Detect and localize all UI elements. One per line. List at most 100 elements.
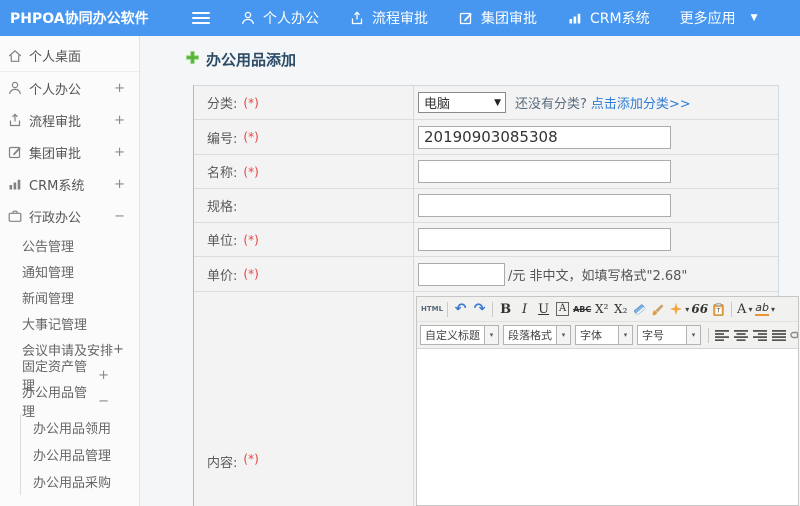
eraser-icon[interactable] [630,299,649,319]
sidebar-item-label: 个人桌面 [29,50,82,65]
edit-icon [7,144,23,160]
hamburger-menu-icon[interactable] [192,12,210,24]
collapse-toggle[interactable]: − [114,209,125,224]
sidebar-subitem-announcement[interactable]: 公告管理 [0,232,139,258]
subitem-label: 办公用品管理 [33,449,112,464]
sidebar-item-label: 流程审批 [29,114,82,130]
editor-toolbar-row2: 自定义标题 ▾ 段落格式 ▾ 字体 ▾ 字号 ▾ [417,322,798,349]
sidebar-item-label: 行政办公 [29,210,82,226]
align-left-icon[interactable] [712,325,731,345]
align-justify-icon[interactable] [769,325,788,345]
subscript-icon[interactable]: X₂ [611,299,630,319]
spec-input[interactable] [418,194,671,217]
expand-toggle[interactable]: + [98,368,109,383]
sidebar: 个人桌面 个人办公 + 流程审批 + 集团审批 + CRM系统 + 行政办公 − [0,36,140,506]
form-row-spec: 规格: [194,189,778,223]
sidebar-subitem-milestones[interactable]: 大事记管理 [0,310,139,336]
nav-crm-system[interactable]: CRM系统 [567,8,650,28]
spec-label: 规格: [194,189,414,222]
category-label: 分类: (*) [194,86,414,119]
font-family-select[interactable]: 字体 ▾ [575,325,633,345]
sidebar-subitem-supplies-manage[interactable]: 办公用品管理 [21,441,139,468]
nav-group-approval[interactable]: 集团审批 [458,8,537,28]
page-title-text: 办公用品添加 [206,51,297,69]
sidebar-item-desktop[interactable]: 个人桌面 [0,40,139,72]
redo-icon[interactable]: ↷ [470,299,489,319]
insert-link-icon[interactable] [788,325,798,345]
editor-content-area[interactable] [417,349,798,505]
nav-label: 个人办公 [263,11,319,27]
share-icon [349,10,365,26]
add-category-link[interactable]: 点击添加分类>> [591,93,691,112]
nav-label: 更多应用 [679,11,736,27]
font-color-icon[interactable]: A ▾ [735,299,754,319]
font-box-icon[interactable]: A [555,302,570,316]
caret-down-icon: ▾ [618,326,632,344]
nav-personal-office[interactable]: 个人办公 [240,8,319,28]
subitem-label: 办公用品采购 [33,476,112,491]
blockquote-icon[interactable]: 66 [690,299,709,319]
price-format-hint: /元 非中文，如填写格式"2.68" [508,268,688,284]
content-label: 内容: (*) [194,292,414,506]
sidebar-subitem-supplies-claim[interactable]: 办公用品领用 [21,414,139,441]
required-marker: (*) [243,130,259,144]
format-painter-icon[interactable] [649,299,668,319]
font-size-select[interactable]: 字号 ▾ [637,325,701,345]
quick-format-icon[interactable]: ▾ [668,299,690,319]
sidebar-subitem-notice[interactable]: 通知管理 [0,258,139,284]
svg-text:T: T [716,307,721,314]
required-marker: (*) [243,267,259,281]
sidebar-item-admin-office[interactable]: 行政办公 − [0,200,139,232]
caret-down-icon: ▾ [748,304,753,314]
heading-select[interactable]: 自定义标题 ▾ [420,325,499,345]
sidebar-subitem-supplies-purchase[interactable]: 办公用品采购 [21,468,139,495]
sidebar-item-group-approval[interactable]: 集团审批 + [0,136,139,168]
align-right-icon[interactable] [750,325,769,345]
subitem-label: 大事记管理 [22,317,88,333]
required-marker: (*) [243,164,259,179]
italic-icon[interactable]: I [515,299,534,319]
expand-toggle[interactable]: + [114,145,125,160]
undo-icon[interactable]: ↶ [451,299,470,319]
price-input[interactable] [418,262,505,286]
underline-icon[interactable]: U [534,299,553,319]
nav-label: 流程审批 [372,11,428,27]
sidebar-item-personal-office[interactable]: 个人办公 + [0,72,139,104]
sidebar-subitem-office-supplies[interactable]: 办公用品管理 − [0,386,139,420]
superscript-icon[interactable]: X² [592,299,611,319]
sidebar-item-process-approval[interactable]: 流程审批 + [0,104,139,136]
unit-input[interactable] [418,228,671,251]
category-select[interactable]: 电脑 ▼ [418,92,506,113]
highlight-color-icon[interactable]: ab ▾ [754,299,776,319]
name-input[interactable] [418,160,671,183]
sidebar-item-crm[interactable]: CRM系统 + [0,168,139,200]
expand-toggle[interactable]: + [113,342,124,357]
html-source-icon[interactable]: HTML [420,299,444,319]
number-label: 编号: (*) [194,120,414,154]
briefcase-icon [7,208,23,224]
caret-down-icon: ▾ [770,304,775,314]
required-marker: (*) [243,232,259,247]
sidebar-subitem-news[interactable]: 新闻管理 [0,284,139,310]
supplies-add-form: 分类:(*) 电脑 ▼ 还没有分类? 点击添加分类>> 编号:(*) 名称:(*… [193,85,799,506]
align-center-icon[interactable] [731,325,750,345]
strikethrough-icon[interactable]: ABC [572,299,592,319]
nav-process-approval[interactable]: 流程审批 [349,8,428,28]
expand-toggle[interactable]: + [114,177,125,192]
expand-toggle[interactable]: + [114,81,125,96]
caret-down-icon: ▾ [686,326,700,344]
bold-icon[interactable]: B [496,299,515,319]
top-header: PHPOA协同办公软件 个人办公 流程审批 集团审批 CRM系统 更多应用 ▼ [0,0,800,36]
expand-toggle[interactable]: + [114,113,125,128]
form-row-category: 分类: (*) 电脑 ▼ 还没有分类? 点击添加分类>> [194,86,778,120]
paste-plain-text-icon[interactable]: T [709,299,728,319]
paragraph-format-select[interactable]: 段落格式 ▾ [503,325,571,345]
collapse-toggle[interactable]: − [98,394,109,409]
nav-more-apps[interactable]: 更多应用 ▼ [680,8,758,28]
number-input[interactable] [418,125,671,149]
app-logo[interactable]: PHPOA协同办公软件 [0,8,150,28]
supplies-submenu: 办公用品领用 办公用品管理 办公用品采购 [20,414,139,495]
category-hint-text: 还没有分类? [515,97,587,112]
caret-down-icon: ▾ [685,304,690,314]
subitem-label: 通知管理 [22,265,75,281]
